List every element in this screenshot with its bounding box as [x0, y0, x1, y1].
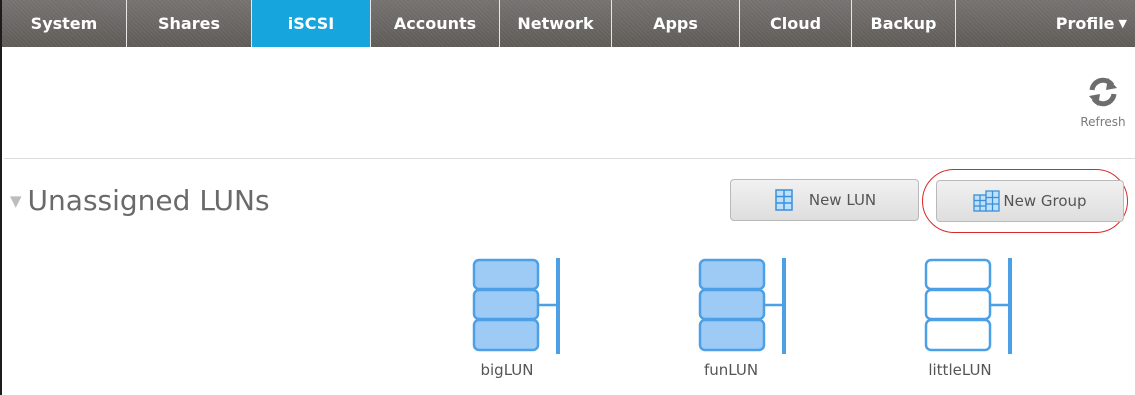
- app-frame: System Shares iSCSI Accounts Network App…: [0, 0, 1135, 395]
- lun-name: funLUN: [703, 361, 759, 379]
- collapse-triangle-icon[interactable]: ▼: [10, 192, 22, 210]
- tab-label: Shares: [158, 14, 220, 33]
- refresh-icon: [1089, 77, 1117, 107]
- lun-item-funlun[interactable]: funLUN: [698, 258, 808, 383]
- top-nav: System Shares iSCSI Accounts Network App…: [2, 0, 1135, 47]
- lun-disk-icon: [472, 258, 560, 354]
- chevron-down-icon: ▼: [1118, 17, 1127, 30]
- tab-label: System: [30, 14, 98, 33]
- tab-iscsi[interactable]: iSCSI: [252, 0, 371, 47]
- section-header[interactable]: ▼ Unassigned LUNs: [10, 180, 270, 220]
- lun-disk-icon: [924, 258, 1012, 354]
- section-title: Unassigned LUNs: [27, 183, 270, 217]
- refresh-label: Refresh: [1080, 115, 1126, 129]
- lun-name: bigLUN: [480, 361, 534, 379]
- tab-cloud[interactable]: Cloud: [740, 0, 852, 47]
- new-group-label: New Group: [1003, 192, 1087, 210]
- lun-name: littleLUN: [928, 361, 992, 379]
- tab-shares[interactable]: Shares: [127, 0, 252, 47]
- new-lun-label: New LUN: [808, 191, 877, 209]
- new-lun-button[interactable]: New LUN: [730, 179, 919, 221]
- lun-item-littlelun[interactable]: littleLUN: [924, 258, 1034, 383]
- tab-label: Profile: [1055, 14, 1115, 33]
- tab-label: Network: [517, 14, 594, 33]
- tab-label: Apps: [653, 14, 698, 33]
- lun-disk-icon: [698, 258, 786, 354]
- tab-network[interactable]: Network: [500, 0, 612, 47]
- tab-label: Backup: [870, 14, 937, 33]
- lun-icon: [775, 189, 793, 211]
- lun-item-biglun[interactable]: bigLUN: [472, 258, 582, 383]
- tab-label: iSCSI: [287, 14, 335, 33]
- tab-profile[interactable]: Profile ▼: [956, 0, 1135, 47]
- group-icon: [973, 190, 1001, 212]
- tab-label: Cloud: [769, 14, 822, 33]
- tab-system[interactable]: System: [2, 0, 127, 47]
- tab-apps[interactable]: Apps: [612, 0, 740, 47]
- tab-label: Accounts: [393, 14, 477, 33]
- tab-backup[interactable]: Backup: [852, 0, 956, 47]
- toolbar: Refresh: [4, 47, 1135, 159]
- refresh-button[interactable]: Refresh: [1076, 75, 1130, 135]
- tab-accounts[interactable]: Accounts: [371, 0, 500, 47]
- new-group-button[interactable]: New Group: [936, 180, 1124, 222]
